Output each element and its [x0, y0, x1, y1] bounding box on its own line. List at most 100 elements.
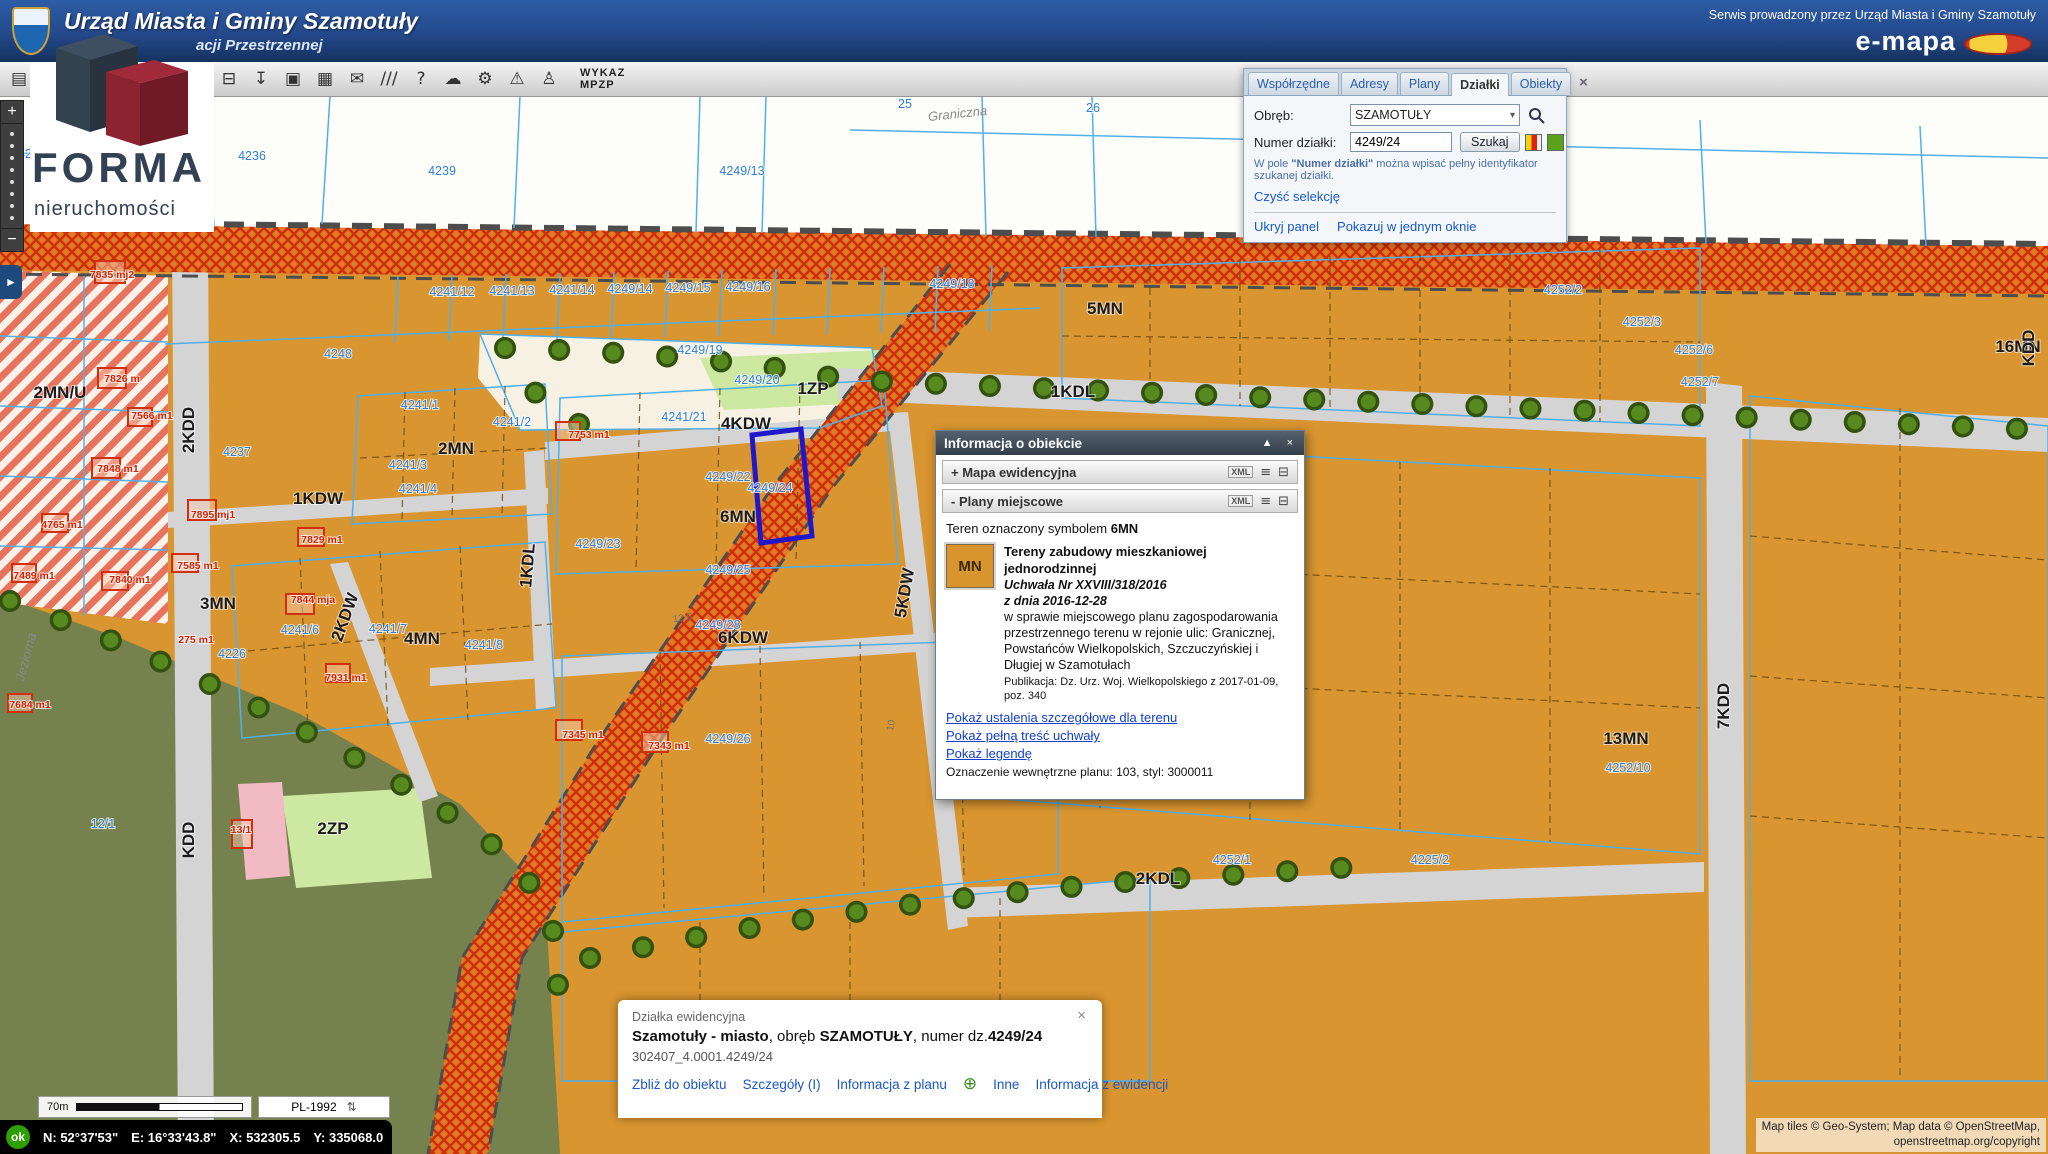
map-label: 4MN [404, 629, 440, 648]
map-label: 1ZP [797, 379, 828, 398]
print-icon[interactable]: ⊟ [1278, 465, 1289, 480]
comment-icon[interactable]: ✉ [342, 65, 372, 93]
map-label: 4252/3 [1623, 315, 1661, 329]
download-icon[interactable]: ↧ [246, 65, 276, 93]
info-popup-link[interactable]: Pokaż pełną treść uchwały [946, 728, 1294, 743]
locate-icon[interactable]: ⊕ [963, 1074, 977, 1094]
status-ok-badge: ok [6, 1125, 30, 1149]
map-label: 4252/7 [1681, 375, 1719, 389]
highlight-color-swatch[interactable] [1547, 134, 1564, 151]
single-window-link[interactable]: Pokazuj w jednym oknie [1337, 219, 1476, 234]
info-popup-link[interactable]: Pokaż ustalenia szczegółowe dla terenu [946, 710, 1294, 725]
collapse-icon[interactable]: ▲ [1259, 437, 1276, 449]
selection-color-swatch[interactable] [1525, 134, 1542, 151]
map-label: 2KDL [1136, 869, 1180, 888]
map-label: 4249/22 [705, 470, 750, 484]
map-label: 4241/4 [399, 482, 437, 496]
zoom-out-button[interactable]: − [0, 228, 24, 252]
print-icon[interactable]: ⊟ [214, 65, 244, 93]
zoom-control: + − [0, 100, 26, 252]
parcel-links-left: Zbliż do obiektu Szczegóły (I) Informacja … [632, 1077, 947, 1092]
section-plany-miejscowe[interactable]: - Plany miejscowe XML ≡ ⊟ [942, 489, 1298, 513]
close-icon[interactable]: × [1284, 437, 1296, 449]
resolution-number: Uchwała Nr XXVIII/318/2016 [1004, 577, 1294, 593]
xml-icon[interactable]: XML [1228, 466, 1253, 478]
search-panel-body: Obręb: SZAMOTUŁY ▾ Numer działki: Szukaj… [1244, 96, 1566, 242]
parcel-popup-link[interactable]: Inne [993, 1077, 1019, 1092]
clear-selection-link[interactable]: Czyść selekcję [1254, 189, 1340, 204]
tab-plany[interactable]: Plany [1400, 72, 1449, 95]
collapse-section-icon: - [951, 494, 955, 509]
attribution-link[interactable]: openstreetmap.org/copyright [1762, 1135, 2040, 1150]
copy-icon[interactable]: ▣ [278, 65, 308, 93]
zoom-tick [10, 192, 14, 196]
scale-label: 70m [47, 1101, 68, 1113]
map-label: 7931 m1 [325, 672, 367, 684]
map-label: 7844 mja [291, 594, 336, 606]
map-label: 7684 m1 [9, 699, 51, 711]
info-popup-link[interactable]: Pokaż legendę [946, 746, 1294, 761]
list-icon[interactable]: ≡ [1260, 465, 1271, 480]
print-icon[interactable]: ⊟ [1278, 494, 1289, 509]
list-icon[interactable]: ≡ [1260, 494, 1271, 509]
map-label: 4236 [238, 149, 266, 163]
parcel-popup-link[interactable]: Informacja z planu [837, 1077, 947, 1092]
side-panel-toggle[interactable]: ► [0, 265, 22, 299]
map-label: 7343 m1 [648, 740, 690, 752]
hide-panel-link[interactable]: Ukryj panel [1254, 219, 1319, 234]
close-icon[interactable]: × [1071, 1006, 1092, 1025]
map-label: 4249/18 [929, 277, 974, 291]
search-button[interactable]: Szukaj [1460, 132, 1520, 152]
coordinate-status-bar: ok N: 52°37'53" E: 16°33'43.8" X: 532305… [0, 1120, 392, 1154]
map-label: 2KDD [179, 407, 198, 453]
tab-obiekty[interactable]: Obiekty [1511, 72, 1571, 95]
zoom-slider[interactable] [0, 124, 24, 228]
map-label: 5MN [1087, 299, 1123, 318]
xml-icon[interactable]: XML [1228, 495, 1253, 507]
coord-e: E: 16°33'43.8" [131, 1130, 216, 1145]
settings-icon[interactable]: ⚙ [470, 65, 500, 93]
zoom-tick [10, 204, 14, 208]
tab-działki[interactable]: Działki [1451, 73, 1509, 96]
parcel-number-input[interactable] [1350, 132, 1452, 152]
map-label: 4249/13 [719, 164, 764, 178]
wykaz-line2: MPZP [580, 79, 625, 91]
object-info-header[interactable]: Informacja o obiekcie ▲ × [936, 431, 1304, 455]
warning-icon[interactable]: ⚠ [502, 65, 532, 93]
map-label: 7KDD [1714, 683, 1733, 729]
wykaz-mpzp-button[interactable]: WYKAZ MPZP [574, 66, 631, 92]
tab-adresy[interactable]: Adresy [1341, 72, 1398, 95]
zone-title: Tereny zabudowy mieszkaniowej jednorodzi… [1004, 544, 1294, 577]
map-label: 4241/6 [281, 623, 319, 637]
map-label: 4241/21 [661, 410, 706, 424]
coord-x: X: 532305.5 [229, 1130, 300, 1145]
tab-współrzędne[interactable]: Współrzędne [1248, 72, 1339, 95]
parcel-popup-link[interactable]: Informacja z ewidencji [1035, 1077, 1168, 1092]
zone-color-swatch: MN [946, 544, 994, 588]
resolution-date: z dnia 2016-12-28 [1004, 593, 1294, 609]
streetview-icon[interactable]: ♙ [534, 65, 564, 93]
emapa-logo: e-mapa [1855, 26, 1956, 57]
map-attribution: Map tiles © Geo-System; Map data © OpenS… [1756, 1118, 2046, 1152]
obreb-select[interactable]: SZAMOTUŁY ▾ [1350, 104, 1520, 126]
panel-close-icon[interactable]: × [1573, 73, 1594, 92]
zoom-in-button[interactable]: + [0, 100, 24, 124]
grid-icon[interactable]: ▦ [310, 65, 340, 93]
wykaz-line1: WYKAZ [580, 67, 625, 79]
map-label: 4241/12 [429, 285, 474, 299]
map-label: 1KDL [1051, 382, 1095, 401]
search-icon[interactable] [1528, 107, 1545, 124]
coord-y: Y: 335068.0 [313, 1130, 383, 1145]
help-icon[interactable]: ? [406, 65, 436, 93]
map-label: 6MN [720, 507, 756, 526]
map-label: 4252/6 [1675, 343, 1713, 357]
crs-selector[interactable]: PL-1992 ⇅ [258, 1096, 390, 1118]
object-info-title: Informacja o obiekcie [944, 436, 1082, 451]
measure-icon[interactable]: /// [374, 65, 404, 93]
section-mapa-ewidencyjna[interactable]: + Mapa ewidencyjna XML ≡ ⊟ [942, 460, 1298, 484]
parcel-popup-link[interactable]: Szczegóły (I) [743, 1077, 821, 1092]
stepper-icon[interactable]: ⇅ [347, 1100, 357, 1114]
parcel-popup-link[interactable]: Zbliż do obiektu [632, 1077, 727, 1092]
parcel-popup-title: Szamotuły - miasto, obręb SZAMOTUŁY, num… [632, 1028, 1088, 1045]
cloud-upload-icon[interactable]: ☁ [438, 65, 468, 93]
